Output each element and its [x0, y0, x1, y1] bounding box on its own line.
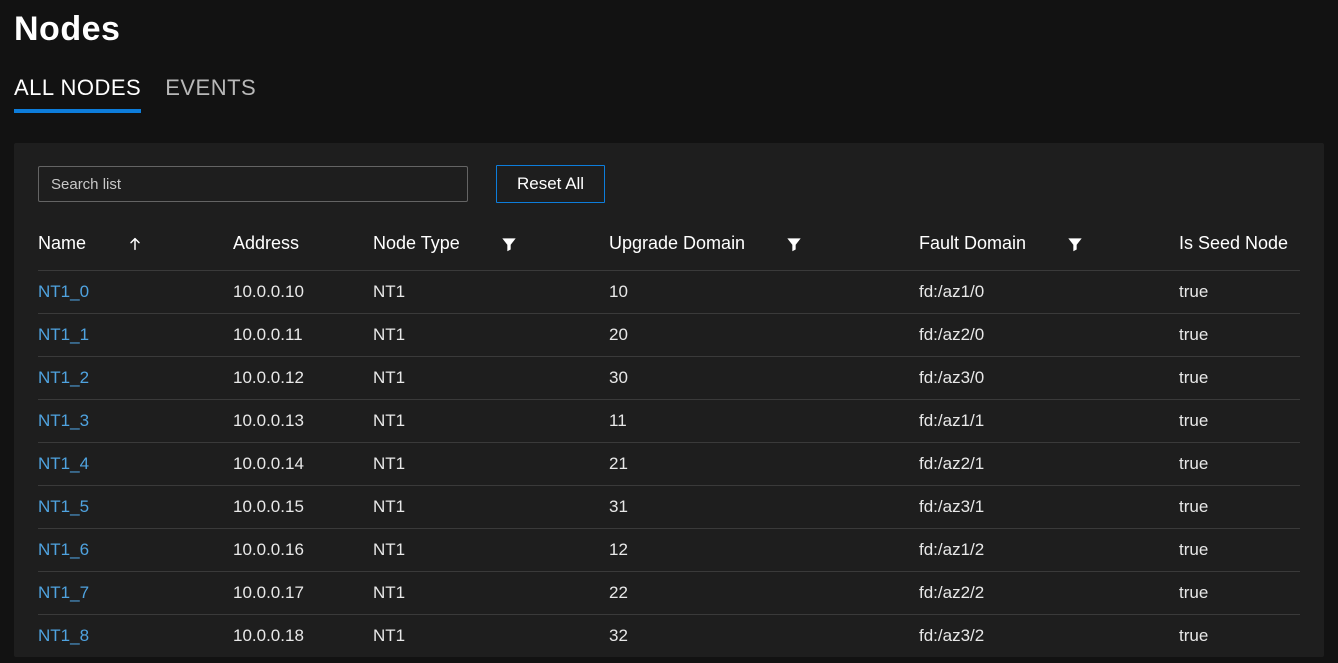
node-link[interactable]: NT1_0: [38, 282, 89, 301]
node-link[interactable]: NT1_5: [38, 497, 89, 516]
table-row: NT1_3 10.0.0.13NT111fd:/az1/1true: [38, 400, 1300, 443]
tabs-bar: ALL NODES EVENTS: [14, 75, 1324, 113]
cell-is-seed: true: [1179, 357, 1300, 400]
table-row: NT1_6 10.0.0.16NT112fd:/az1/2true: [38, 529, 1300, 572]
col-header-upgrade-domain[interactable]: Upgrade Domain: [609, 225, 919, 271]
reset-all-button[interactable]: Reset All: [496, 165, 605, 203]
cell-fault-domain: fd:/az3/1: [919, 486, 1179, 529]
cell-node-type: NT1: [373, 400, 609, 443]
cell-is-seed: true: [1179, 572, 1300, 615]
node-link[interactable]: NT1_3: [38, 411, 89, 430]
col-header-node-type[interactable]: Node Type: [373, 225, 609, 271]
tab-all-nodes[interactable]: ALL NODES: [14, 75, 141, 113]
table-row: NT1_5 10.0.0.15NT131fd:/az3/1true: [38, 486, 1300, 529]
cell-node-type: NT1: [373, 357, 609, 400]
cell-upgrade-domain: 11: [609, 400, 919, 443]
cell-address: 10.0.0.18: [233, 615, 373, 658]
node-link[interactable]: NT1_4: [38, 454, 89, 473]
cell-upgrade-domain: 12: [609, 529, 919, 572]
cell-is-seed: true: [1179, 443, 1300, 486]
sort-asc-icon[interactable]: [126, 235, 144, 253]
table-row: NT1_7 10.0.0.17NT122fd:/az2/2true: [38, 572, 1300, 615]
cell-address: 10.0.0.13: [233, 400, 373, 443]
cell-node-type: NT1: [373, 486, 609, 529]
cell-fault-domain: fd:/az1/1: [919, 400, 1179, 443]
search-input[interactable]: [38, 166, 468, 202]
node-link[interactable]: NT1_1: [38, 325, 89, 344]
cell-upgrade-domain: 10: [609, 271, 919, 314]
table-row: NT1_8 10.0.0.18NT132fd:/az3/2true: [38, 615, 1300, 658]
cell-is-seed: true: [1179, 400, 1300, 443]
table-row: NT1_4 10.0.0.14NT121fd:/az2/1true: [38, 443, 1300, 486]
cell-upgrade-domain: 21: [609, 443, 919, 486]
cell-is-seed: true: [1179, 615, 1300, 658]
cell-node-type: NT1: [373, 314, 609, 357]
col-header-name[interactable]: Name: [38, 225, 233, 271]
content-panel: Reset All Name Address: [14, 143, 1324, 657]
cell-upgrade-domain: 20: [609, 314, 919, 357]
cell-fault-domain: fd:/az3/0: [919, 357, 1179, 400]
table-row: NT1_2 10.0.0.12NT130fd:/az3/0true: [38, 357, 1300, 400]
cell-address: 10.0.0.12: [233, 357, 373, 400]
cell-fault-domain: fd:/az2/1: [919, 443, 1179, 486]
col-header-is-seed[interactable]: Is Seed Node: [1179, 225, 1300, 271]
table-row: NT1_1 10.0.0.11NT120fd:/az2/0true: [38, 314, 1300, 357]
cell-fault-domain: fd:/az2/2: [919, 572, 1179, 615]
cell-upgrade-domain: 30: [609, 357, 919, 400]
filter-icon[interactable]: [500, 235, 518, 253]
toolbar: Reset All: [38, 165, 1300, 203]
cell-node-type: NT1: [373, 443, 609, 486]
col-header-address[interactable]: Address: [233, 225, 373, 271]
tab-events[interactable]: EVENTS: [165, 75, 256, 113]
cell-is-seed: true: [1179, 529, 1300, 572]
cell-node-type: NT1: [373, 529, 609, 572]
cell-node-type: NT1: [373, 615, 609, 658]
node-link[interactable]: NT1_6: [38, 540, 89, 559]
cell-upgrade-domain: 31: [609, 486, 919, 529]
col-header-node-type-label: Node Type: [373, 233, 460, 254]
cell-address: 10.0.0.10: [233, 271, 373, 314]
filter-icon[interactable]: [785, 235, 803, 253]
cell-is-seed: true: [1179, 314, 1300, 357]
cell-upgrade-domain: 32: [609, 615, 919, 658]
cell-address: 10.0.0.15: [233, 486, 373, 529]
cell-address: 10.0.0.17: [233, 572, 373, 615]
node-link[interactable]: NT1_2: [38, 368, 89, 387]
cell-address: 10.0.0.16: [233, 529, 373, 572]
node-link[interactable]: NT1_7: [38, 583, 89, 602]
cell-address: 10.0.0.14: [233, 443, 373, 486]
cell-is-seed: true: [1179, 486, 1300, 529]
col-header-is-seed-label: Is Seed Node: [1179, 233, 1288, 253]
node-link[interactable]: NT1_8: [38, 626, 89, 645]
table-row: NT1_0 10.0.0.10NT110fd:/az1/0true: [38, 271, 1300, 314]
col-header-fault-domain-label: Fault Domain: [919, 233, 1026, 254]
cell-address: 10.0.0.11: [233, 314, 373, 357]
col-header-address-label: Address: [233, 233, 299, 253]
cell-upgrade-domain: 22: [609, 572, 919, 615]
cell-node-type: NT1: [373, 271, 609, 314]
cell-node-type: NT1: [373, 572, 609, 615]
col-header-fault-domain[interactable]: Fault Domain: [919, 225, 1179, 271]
nodes-table: Name Address Node Type: [38, 225, 1300, 657]
cell-fault-domain: fd:/az2/0: [919, 314, 1179, 357]
col-header-name-label: Name: [38, 233, 86, 254]
cell-fault-domain: fd:/az1/2: [919, 529, 1179, 572]
page-title: Nodes: [14, 10, 1324, 49]
cell-fault-domain: fd:/az3/2: [919, 615, 1179, 658]
col-header-upgrade-domain-label: Upgrade Domain: [609, 233, 745, 254]
cell-is-seed: true: [1179, 271, 1300, 314]
cell-fault-domain: fd:/az1/0: [919, 271, 1179, 314]
filter-icon[interactable]: [1066, 235, 1084, 253]
